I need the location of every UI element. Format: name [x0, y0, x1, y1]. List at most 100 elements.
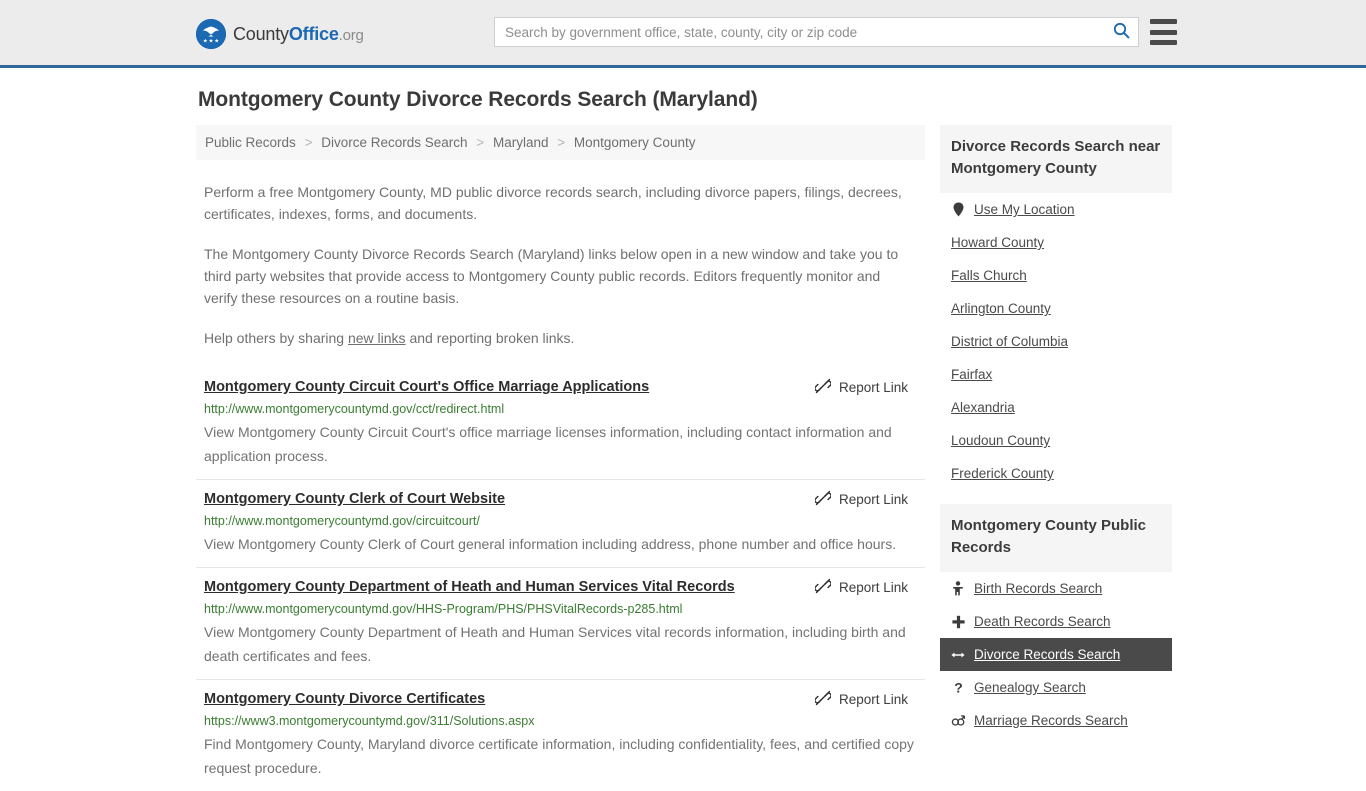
intro-text: Perform a free Montgomery County, MD pub… — [196, 181, 925, 349]
result-header: Montgomery County Department of Heath an… — [204, 577, 917, 597]
sidebar-link-label[interactable]: Divorce Records Search — [974, 647, 1120, 662]
sidebar-link-label[interactable]: Arlington County — [951, 301, 1051, 316]
sidebar-link-label[interactable]: Frederick County — [951, 466, 1054, 481]
content-columns: Public Records > Divorce Records Search … — [0, 125, 1366, 791]
new-links-link[interactable]: new links — [348, 330, 406, 346]
result-url-link[interactable]: http://www.montgomerycountymd.gov/HHS-Pr… — [204, 601, 917, 617]
breadcrumb: Public Records > Divorce Records Search … — [196, 125, 925, 160]
menu-bar-2 — [1150, 29, 1177, 35]
breadcrumb-separator: > — [304, 135, 313, 150]
sidebar-link-label[interactable]: Fairfax — [951, 367, 992, 382]
result-title-link[interactable]: Montgomery County Circuit Court's Office… — [204, 377, 649, 397]
intro-share-suffix: and reporting broken links. — [405, 330, 575, 346]
result-description: View Montgomery County Circuit Court's o… — [204, 424, 892, 464]
breadcrumb-item-montgomery-county[interactable]: Montgomery County — [574, 135, 696, 150]
intro-share-prefix: Help others by sharing — [204, 330, 348, 346]
breadcrumb-item-divorce-records-search[interactable]: Divorce Records Search — [321, 135, 467, 150]
result-title-link[interactable]: Montgomery County Department of Heath an… — [204, 577, 735, 597]
sidebar-link-label[interactable]: Genealogy Search — [974, 680, 1086, 695]
sidebar-link-label[interactable]: Howard County — [951, 235, 1044, 250]
breadcrumb-separator: > — [476, 135, 485, 150]
results-list: Montgomery County Circuit Court's Office… — [196, 368, 925, 791]
nearby-searches-box: Divorce Records Search near Montgomery C… — [940, 125, 1172, 490]
result-url-link[interactable]: http://www.montgomerycountymd.gov/cct/re… — [204, 401, 917, 417]
sidebar-link-label[interactable]: Use My Location — [974, 202, 1075, 217]
report-link-label: Report Link — [838, 380, 908, 395]
broken-link-icon — [814, 378, 832, 397]
sidebar-item-use-my-location[interactable]: Use My Location — [940, 193, 1172, 226]
main-column: Public Records > Divorce Records Search … — [196, 125, 925, 791]
male-female-icon — [951, 714, 965, 728]
public-records-box: Montgomery County Public Records Birth R… — [940, 504, 1172, 737]
sidebar-item-death-records-search[interactable]: Death Records Search — [940, 605, 1172, 638]
result-item: Montgomery County Divorce Certificates R… — [196, 679, 925, 791]
result-item: Montgomery County Circuit Court's Office… — [196, 368, 925, 479]
report-link-button[interactable]: Report Link — [814, 377, 908, 397]
nearby-searches-heading: Divorce Records Search near Montgomery C… — [940, 125, 1172, 193]
result-url-link[interactable]: https://www3.montgomerycountymd.gov/311/… — [204, 713, 917, 729]
menu-bar-3 — [1150, 40, 1177, 45]
sidebar-item-frederick-county[interactable]: Frederick County — [940, 457, 1172, 490]
sidebar-link-label[interactable]: District of Columbia — [951, 334, 1068, 349]
search-button[interactable] — [1104, 18, 1138, 46]
result-description: View Montgomery County Department of Hea… — [204, 624, 906, 664]
public-records-heading: Montgomery County Public Records — [940, 504, 1172, 572]
sidebar-item-alexandria[interactable]: Alexandria — [940, 391, 1172, 424]
sidebar-link-label[interactable]: Loudoun County — [951, 433, 1050, 448]
hamburger-menu-icon[interactable] — [1150, 19, 1177, 45]
cross-icon — [951, 615, 965, 629]
question-mark-icon: ? — [951, 680, 965, 695]
sidebar-item-marriage-records-search[interactable]: Marriage Records Search — [940, 704, 1172, 737]
result-title-link[interactable]: Montgomery County Divorce Certificates — [204, 689, 485, 709]
report-link-button[interactable]: Report Link — [814, 577, 908, 597]
broken-link-icon — [814, 690, 832, 709]
sidebar-item-falls-church[interactable]: Falls Church — [940, 259, 1172, 292]
intro-paragraph-1: Perform a free Montgomery County, MD pub… — [204, 184, 902, 222]
result-description: View Montgomery County Clerk of Court ge… — [204, 536, 897, 552]
breadcrumb-separator: > — [557, 135, 566, 150]
sidebar-link-label[interactable]: Falls Church — [951, 268, 1027, 283]
sidebar-link-label[interactable]: Death Records Search — [974, 614, 1111, 629]
report-link-button[interactable]: Report Link — [814, 489, 908, 509]
sidebar-link-label[interactable]: Alexandria — [951, 400, 1015, 415]
report-link-button[interactable]: Report Link — [814, 689, 908, 709]
breadcrumb-item-public-records[interactable]: Public Records — [205, 135, 296, 150]
sidebar-item-genealogy-search[interactable]: ? Genealogy Search — [940, 671, 1172, 704]
public-records-list: Birth Records Search Death Records Searc… — [940, 572, 1172, 737]
logo-text-county: County — [233, 23, 289, 44]
nearby-searches-list: Use My Location Howard County Falls Chur… — [940, 193, 1172, 490]
search-bar — [494, 17, 1139, 47]
result-title-link[interactable]: Montgomery County Clerk of Court Website — [204, 489, 505, 509]
site-header: CountyOffice.org — [0, 0, 1366, 68]
sidebar-link-label[interactable]: Birth Records Search — [974, 581, 1102, 596]
map-pin-icon — [951, 202, 965, 217]
result-item: Montgomery County Department of Heath an… — [196, 567, 925, 679]
sidebar-item-howard-county[interactable]: Howard County — [940, 226, 1172, 259]
logo-text-office: Office — [288, 23, 339, 44]
sidebar-link-label[interactable]: Marriage Records Search — [974, 713, 1128, 728]
sidebar-item-arlington-county[interactable]: Arlington County — [940, 292, 1172, 325]
intro-paragraph-3: Help others by sharing new links and rep… — [204, 327, 917, 349]
sidebar-item-divorce-records-search[interactable]: Divorce Records Search — [940, 638, 1172, 671]
sidebar-item-district-of-columbia[interactable]: District of Columbia — [940, 325, 1172, 358]
report-link-label: Report Link — [838, 580, 908, 595]
baby-icon — [951, 581, 965, 596]
sidebar-item-birth-records-search[interactable]: Birth Records Search — [940, 572, 1172, 605]
sidebar-item-fairfax[interactable]: Fairfax — [940, 358, 1172, 391]
result-header: Montgomery County Divorce Certificates R… — [204, 689, 917, 709]
broken-link-icon — [814, 490, 832, 509]
result-url-link[interactable]: http://www.montgomerycountymd.gov/circui… — [204, 513, 917, 529]
search-input[interactable] — [495, 19, 1104, 45]
breadcrumb-item-maryland[interactable]: Maryland — [493, 135, 549, 150]
svg-text:?: ? — [954, 680, 963, 695]
result-description: Find Montgomery County, Maryland divorce… — [204, 736, 914, 776]
sidebar: Divorce Records Search near Montgomery C… — [940, 125, 1172, 791]
site-logo[interactable]: CountyOffice.org — [196, 19, 364, 49]
sidebar-item-loudoun-county[interactable]: Loudoun County — [940, 424, 1172, 457]
report-link-label: Report Link — [838, 492, 908, 507]
eagle-seal-icon — [196, 19, 226, 49]
report-link-label: Report Link — [838, 692, 908, 707]
intro-paragraph-2: The Montgomery County Divorce Records Se… — [204, 246, 899, 306]
menu-bar-1 — [1150, 19, 1177, 24]
result-header: Montgomery County Circuit Court's Office… — [204, 377, 917, 397]
